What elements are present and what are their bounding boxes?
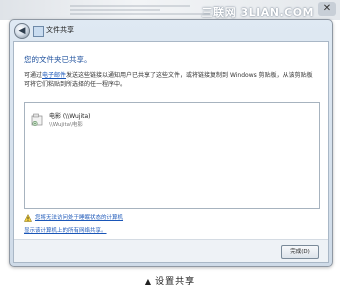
desc-text-before: 可通过 xyxy=(24,72,43,79)
triangle-icon: ▲ xyxy=(144,277,153,286)
caption-text: 设置共享 xyxy=(155,277,196,287)
sleep-warning: 您将无法访问处于睡眠状态的计算机 xyxy=(24,213,224,223)
back-button[interactable]: ◀ xyxy=(14,23,30,39)
dialog-content: 您的文件夹已共享。 可通过电子邮件发送这些链接以通知用户已共享了这些文件，或将链… xyxy=(13,41,329,263)
figure-caption: ▲ 设置共享 xyxy=(0,274,340,287)
desc-text-after: 发送这些链接以通知用户已共享了这些文件，或将链接复制到 Windows 剪贴板，… xyxy=(24,72,313,88)
background-close-button[interactable]: ✕ xyxy=(318,2,336,16)
warning-icon xyxy=(24,214,32,222)
show-all-shares-link[interactable]: 显示该计算机上的所有网络共享。 xyxy=(24,226,107,234)
email-link[interactable]: 电子邮件 xyxy=(42,72,66,79)
file-sharing-dialog: ◀ 文件共享 您的文件夹已共享。 可通过电子邮件发送这些链接以通知用户已共享了这… xyxy=(9,19,333,267)
watermark: 三联网 3LIAN.COM xyxy=(201,6,314,19)
sleep-warning-link[interactable]: 您将无法访问处于睡眠状态的计算机 xyxy=(35,213,123,221)
back-arrow-icon: ◀ xyxy=(18,26,26,36)
background-window-strip: 三联网 3LIAN.COM ✕ xyxy=(0,0,340,20)
file-sharing-icon xyxy=(33,26,44,37)
dialog-title: 文件共享 xyxy=(46,26,74,34)
dialog-footer: 完成(D) xyxy=(14,239,328,262)
share-success-heading: 您的文件夹已共享。 xyxy=(24,55,92,64)
shared-folder-icon xyxy=(31,113,43,127)
done-button[interactable]: 完成(D) xyxy=(281,245,319,259)
shared-item-name: 电影 (\\Wujita) xyxy=(49,113,91,120)
dialog-titlebar: ◀ 文件共享 xyxy=(14,23,328,39)
shared-item-path: \\Wujita\电影 xyxy=(49,122,83,128)
share-description: 可通过电子邮件发送这些链接以通知用户已共享了这些文件，或将链接复制到 Windo… xyxy=(24,71,318,89)
shared-items-list[interactable]: 电影 (\\Wujita) \\Wujita\电影 xyxy=(24,102,320,209)
list-item[interactable]: 电影 (\\Wujita) \\Wujita\电影 xyxy=(31,111,151,131)
